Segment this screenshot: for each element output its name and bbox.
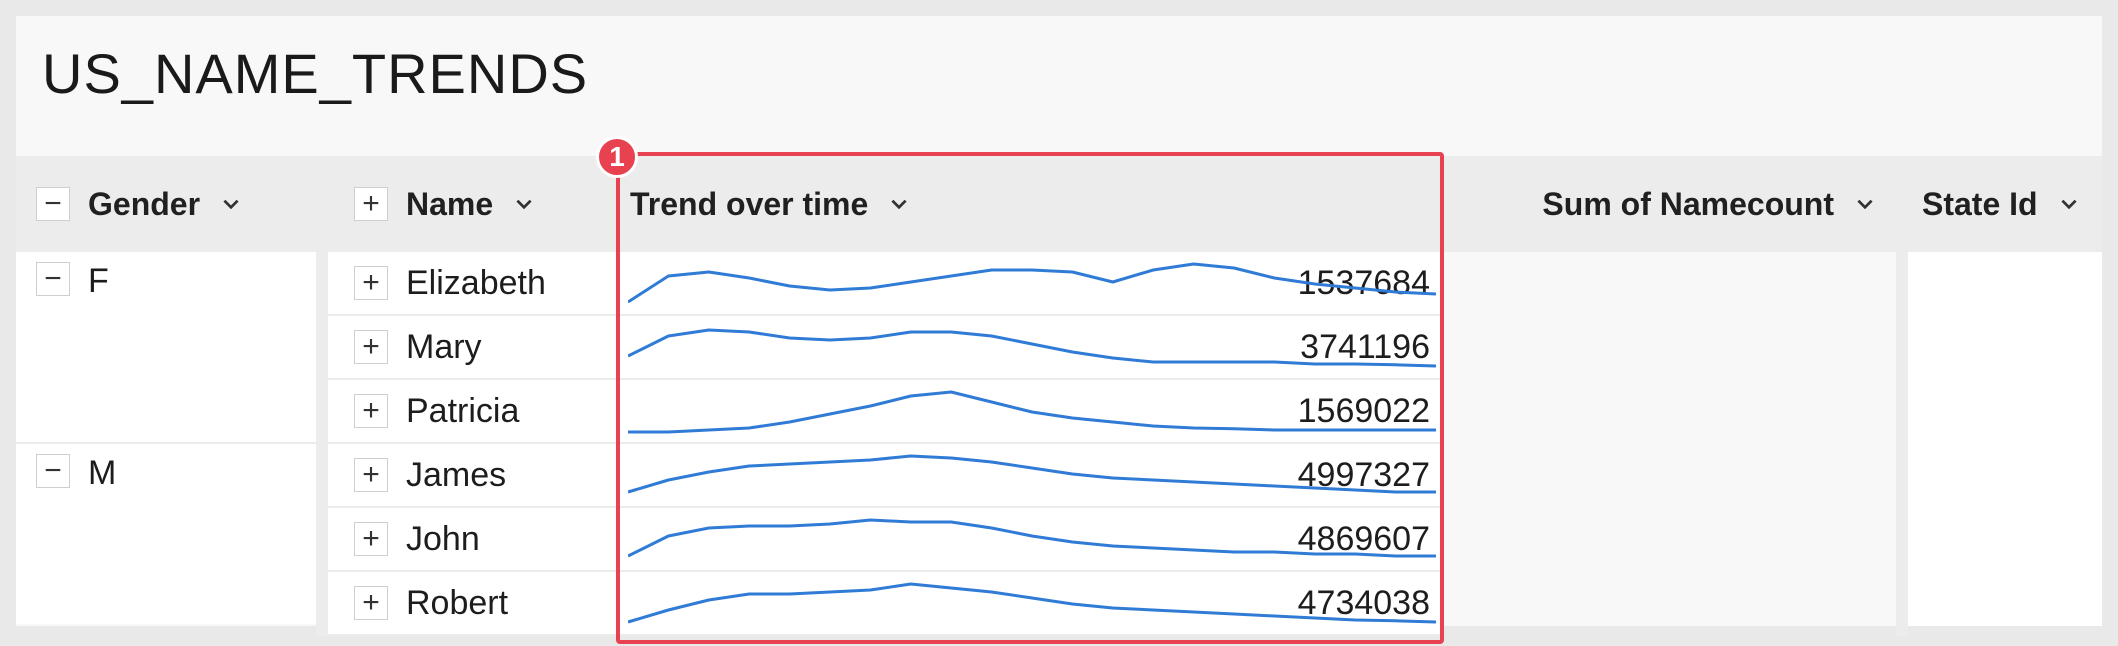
plus-icon[interactable]: + (354, 394, 388, 428)
gender-column-body: − F − M (16, 252, 316, 624)
column-header-label: State Id (1922, 185, 2038, 222)
minus-icon[interactable]: − (36, 454, 70, 488)
name-value: Patricia (406, 391, 520, 430)
plus-icon[interactable]: + (354, 586, 388, 620)
pivot-table: − Gender − F − M + Name + Elizabeth 1537… (16, 16, 2102, 644)
column-divider[interactable] (316, 156, 328, 636)
minus-icon[interactable]: − (36, 187, 70, 221)
chevron-down-icon[interactable] (513, 193, 535, 215)
state-column-body (1908, 252, 2102, 626)
name-value: Robert (406, 583, 509, 622)
workbook-panel: US_NAME_TRENDS − Gender − F − M + Name +… (16, 16, 2102, 644)
column-header-name[interactable]: + Name (328, 156, 616, 252)
chevron-down-icon[interactable] (1854, 193, 1876, 215)
column-divider[interactable] (1896, 156, 1908, 636)
column-header-label: Name (406, 185, 494, 222)
column-header-label: Gender (88, 185, 201, 222)
chevron-down-icon[interactable] (220, 193, 242, 215)
name-value: Elizabeth (406, 263, 546, 302)
plus-icon[interactable]: + (354, 266, 388, 300)
column-header-label: Sum of Namecount (1542, 185, 1834, 222)
plus-icon[interactable]: + (354, 458, 388, 492)
name-value: John (406, 519, 480, 558)
group-cell-male: − M (16, 444, 316, 624)
name-value: James (406, 455, 507, 494)
column-header-gender[interactable]: − Gender (16, 156, 316, 252)
plus-icon[interactable]: + (354, 330, 388, 364)
annotation-badge: 1 (596, 136, 638, 178)
group-cell-female: − F (16, 252, 316, 444)
gender-value: M (88, 454, 117, 492)
column-header-sum[interactable]: Sum of Namecount (1444, 156, 1896, 252)
minus-icon[interactable]: − (36, 262, 70, 296)
gender-value: F (88, 262, 109, 300)
column-header-state[interactable]: State Id (1908, 156, 2102, 252)
chevron-down-icon[interactable] (2058, 193, 2080, 215)
plus-icon[interactable]: + (354, 187, 388, 221)
annotation-highlight (616, 152, 1444, 644)
name-value: Mary (406, 327, 482, 366)
plus-icon[interactable]: + (354, 522, 388, 556)
